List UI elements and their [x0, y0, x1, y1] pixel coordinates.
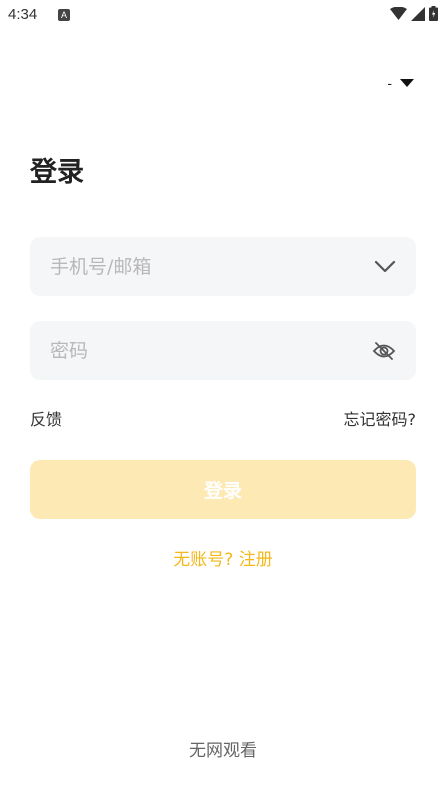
- login-button[interactable]: 登录: [30, 460, 416, 519]
- wifi-icon: [390, 6, 407, 20]
- status-icons: [390, 6, 438, 21]
- account-dropdown-toggle[interactable]: [374, 260, 396, 274]
- battery-icon: [429, 6, 438, 21]
- password-input[interactable]: [30, 321, 416, 380]
- password-field: [30, 321, 416, 380]
- offline-view-link[interactable]: 无网观看: [0, 736, 446, 761]
- eye-off-icon: [372, 341, 396, 360]
- chevron-down-icon: [374, 260, 396, 272]
- status-bar: 4:34 A: [0, 0, 446, 34]
- account-input[interactable]: [30, 237, 416, 296]
- caret-down-icon: [400, 79, 414, 87]
- language-label: -: [387, 75, 392, 91]
- forgot-password-link[interactable]: 忘记密码?: [344, 406, 417, 430]
- account-field: [30, 237, 416, 296]
- language-selector[interactable]: -: [387, 75, 414, 91]
- register-link[interactable]: 无账号? 注册: [0, 545, 446, 570]
- feedback-link[interactable]: 反馈: [30, 406, 62, 430]
- status-time: 4:34: [8, 6, 38, 23]
- password-visibility-toggle[interactable]: [372, 341, 396, 361]
- page-title: 登录: [30, 157, 84, 188]
- secondary-links-row: 反馈 忘记密码?: [30, 406, 416, 430]
- cellular-signal-icon: [411, 6, 425, 21]
- notification-a-icon: A: [58, 9, 70, 21]
